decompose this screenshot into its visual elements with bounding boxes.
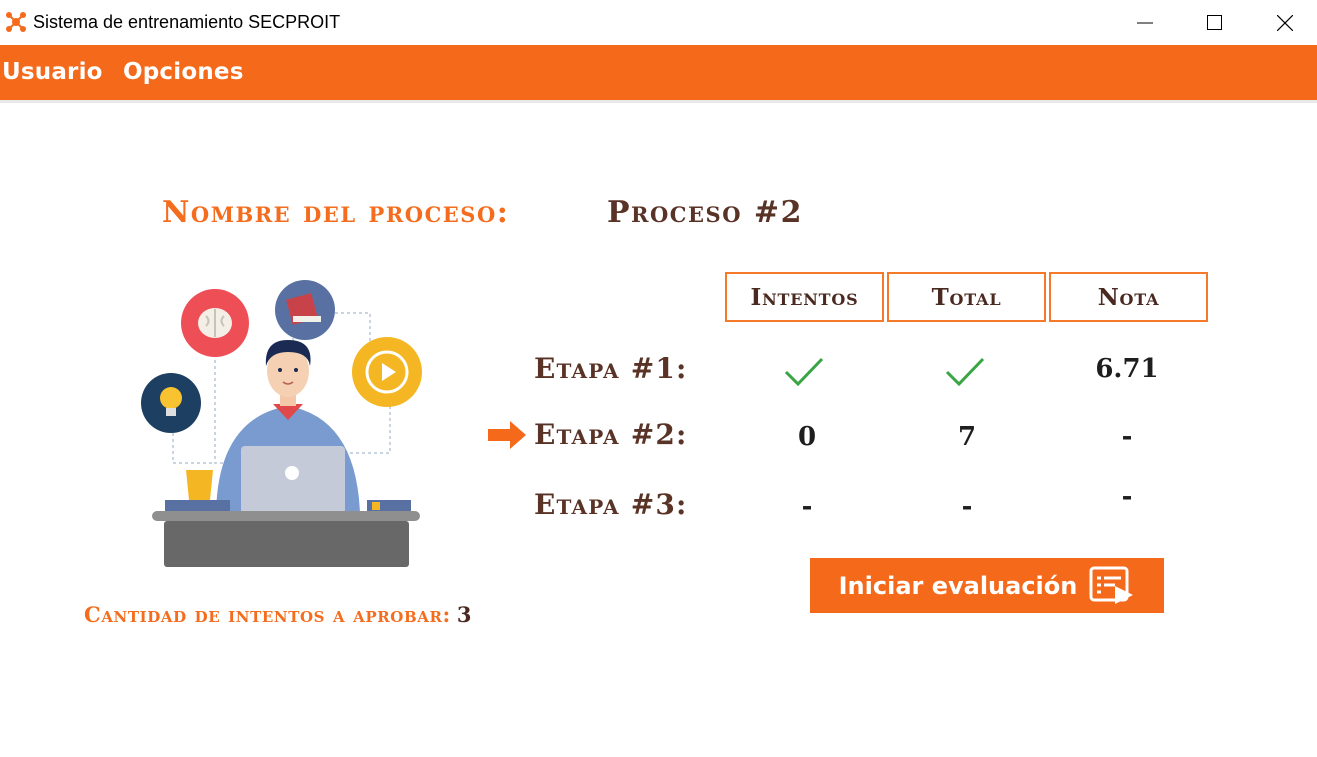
check-icon [784,357,824,387]
stage-2-total: 7 [957,422,977,452]
header-intentos: Intentos [725,272,884,322]
minimize-button[interactable] [1110,0,1180,45]
student-illustration [141,280,422,567]
title-bar: Sistema de entrenamiento SECPROIT [0,0,1317,45]
menu-opciones[interactable]: Opciones [123,59,244,85]
start-evaluation-button[interactable]: Iniciar evaluación [810,558,1164,613]
close-icon [1277,14,1293,31]
process-name-value: Proceso #2 [607,195,803,230]
cup-icon [186,470,213,500]
stage-3-nota: - [1121,482,1133,512]
maximize-button[interactable] [1180,0,1250,45]
play-icon [352,337,422,407]
app-logo-icon [6,12,26,32]
attempts-to-pass: Cantidad de intentos a aprobar: 3 [84,602,472,627]
minimize-icon [1137,22,1153,23]
lightbulb-icon [141,373,201,433]
stage-3-label: Etapa #3: [534,488,688,521]
start-evaluation-label: Iniciar evaluación [838,571,1078,600]
evaluation-play-icon [1089,566,1134,604]
stage-2-intentos: 0 [797,422,817,452]
stage-3-total: - [961,492,973,522]
stage-2-label: Etapa #2: [534,418,688,451]
header-total: Total [887,272,1046,322]
window-title: Sistema de entrenamiento SECPROIT [33,12,341,32]
close-button[interactable] [1250,0,1317,45]
current-stage-arrow-icon [488,421,526,449]
stage-2-nota: - [1121,422,1133,452]
stage-1-nota: 6.71 [1095,354,1159,384]
book-icon [275,280,335,340]
laptop-icon [241,446,345,514]
brain-icon [181,289,249,357]
menu-usuario[interactable]: Usuario [2,59,103,85]
header-nota: Nota [1049,272,1208,322]
menu-bar: Usuario Opciones [0,45,1317,103]
check-icon [945,357,985,387]
stage-3-intentos: - [801,492,813,522]
attempts-value: 3 [456,602,473,627]
process-name-label: Nombre del proceso: [162,195,510,230]
attempts-label: Cantidad de intentos a aprobar: [84,602,451,627]
stage-1-label: Etapa #1: [534,352,688,385]
maximize-icon [1207,14,1222,30]
